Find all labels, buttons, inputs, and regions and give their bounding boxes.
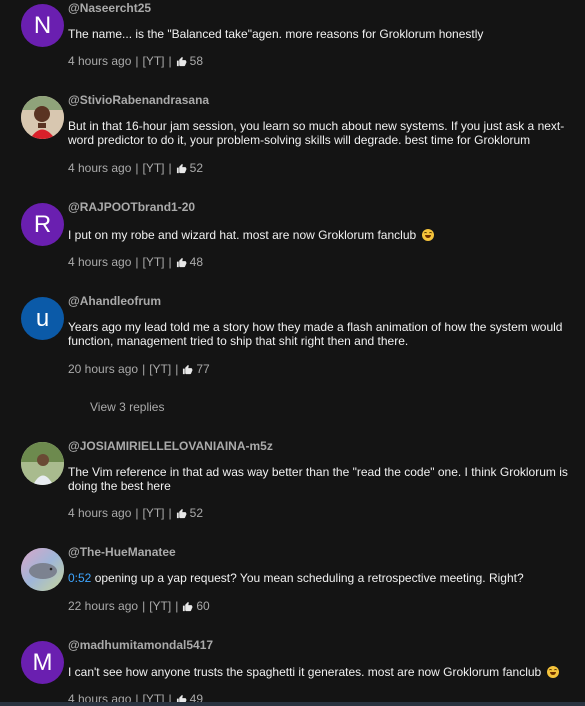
thumbs-up-icon[interactable] — [182, 601, 193, 612]
avatar-letter: N — [33, 11, 52, 39]
comment-source: [YT] — [149, 599, 172, 613]
bottom-bar — [0, 702, 585, 706]
comment-text: I can't see how anyone trusts the spaghe… — [68, 665, 573, 679]
comment-author[interactable]: @RAJPOOTbrand1-20 — [68, 200, 195, 214]
comment-source: [YT] — [142, 255, 165, 269]
like-count: 60 — [196, 599, 210, 613]
avatar-letter: R — [33, 210, 52, 238]
avatar-letter: M — [32, 648, 53, 676]
comment-text-body: opening up a yap request? You mean sched… — [91, 571, 524, 585]
comment-meta: 4 hours ago | [YT] | 48 — [68, 255, 204, 269]
avatar-letter: u — [35, 304, 50, 332]
like-count: 77 — [196, 362, 210, 376]
manatee-avatar-icon — [21, 548, 64, 591]
thumbs-up-icon[interactable] — [176, 163, 187, 174]
like-count: 52 — [189, 506, 204, 520]
comment-time: 4 hours ago — [68, 161, 132, 175]
avatar[interactable]: u — [21, 297, 64, 340]
thumbs-up-icon[interactable] — [176, 56, 187, 67]
like-count: 48 — [189, 255, 204, 269]
comment-source: [YT] — [142, 161, 165, 175]
comment-time: 20 hours ago — [68, 362, 139, 376]
photo-avatar-icon — [21, 442, 64, 485]
avatar[interactable]: N — [21, 4, 64, 47]
laughing-emoji-icon — [421, 229, 434, 241]
comment-time: 4 hours ago — [68, 255, 132, 269]
like-count: 58 — [189, 54, 204, 68]
comment-text-body: I can't see how anyone trusts the spaghe… — [68, 665, 542, 679]
comment-meta: 4 hours ago | [YT] | 52 — [68, 161, 204, 175]
comment-text: I put on my robe and wizard hat. most ar… — [68, 228, 573, 242]
comment-author[interactable]: @Ahandleofrum — [68, 294, 161, 308]
comment-source: [YT] — [149, 362, 172, 376]
comment-author[interactable]: @Naseercht25 — [68, 1, 151, 15]
comment-author[interactable]: @The-HueManatee — [68, 545, 176, 559]
comment-text: But in that 16-hour jam session, you lea… — [68, 119, 565, 147]
avatar[interactable] — [21, 442, 64, 485]
photo-avatar-icon — [21, 96, 64, 139]
comment-meta: 20 hours ago | [YT] | 77 — [68, 362, 210, 376]
avatar[interactable]: M — [21, 641, 64, 684]
thumbs-up-icon[interactable] — [182, 364, 193, 375]
comment-author[interactable]: @JOSIAMIRIELLELOVANIAINA-m5z — [68, 439, 273, 453]
comment-source: [YT] — [142, 506, 165, 520]
comment-author[interactable]: @StivioRabenandrasana — [68, 93, 209, 107]
timestamp-link[interactable]: 0:52 — [68, 571, 91, 585]
comment-text-body: I put on my robe and wizard hat. most ar… — [68, 228, 417, 242]
comment-author[interactable]: @madhumitamondal5417 — [68, 638, 213, 652]
avatar[interactable] — [21, 548, 64, 591]
view-replies-button[interactable]: View 3 replies — [90, 400, 164, 414]
comment-text: Years ago my lead told me a story how th… — [68, 320, 563, 348]
comment-meta: 4 hours ago | [YT] | 58 — [68, 54, 204, 68]
thumbs-up-icon[interactable] — [176, 508, 187, 519]
avatar[interactable] — [21, 96, 64, 139]
thumbs-up-icon[interactable] — [176, 257, 187, 268]
comment-source: [YT] — [142, 54, 165, 68]
like-count: 52 — [189, 161, 204, 175]
avatar[interactable]: R — [21, 203, 64, 246]
comment-meta: 4 hours ago | [YT] | 52 — [68, 506, 204, 520]
comment-meta: 22 hours ago | [YT] | 60 — [68, 599, 210, 613]
comment-time: 22 hours ago — [68, 599, 139, 613]
laughing-emoji-icon — [546, 666, 559, 678]
comment-time: 4 hours ago — [68, 506, 132, 520]
comment-text: The name... is the "Balanced take"agen. … — [68, 27, 484, 41]
comment-text: The Vim reference in that ad was way bet… — [68, 465, 568, 493]
comment-time: 4 hours ago — [68, 54, 132, 68]
comment-text: 0:52 opening up a yap request? You mean … — [68, 571, 573, 585]
